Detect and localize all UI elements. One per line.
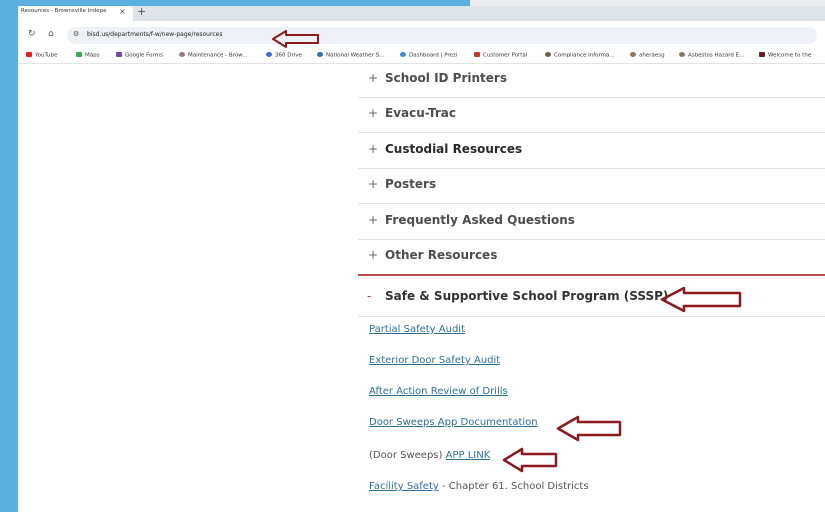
bookmark-item[interactable]: National Weather S... [317, 52, 384, 59]
bookmark-item[interactable]: Maintenance - Brow... [179, 52, 247, 59]
accordion-title[interactable]: Custodial Resources [385, 142, 522, 156]
after-action-review-link[interactable]: After Action Review of Drills [369, 386, 508, 397]
bookmark-item[interactable]: Maps [76, 52, 99, 59]
bookmark-label: Compliance Informa... [554, 52, 615, 59]
door-sweeps-prefix: (Door Sweeps) [369, 450, 443, 461]
bookmark-item[interactable]: Customer Portal [474, 52, 527, 59]
drive-icon [266, 52, 272, 57]
accordion-title[interactable]: School ID Printers [385, 71, 507, 85]
home-icon[interactable]: ⌂ [48, 29, 54, 39]
bookmark-label: aheraesg [639, 52, 665, 59]
address-bar[interactable]: ⚙ bisd.us/departments/f-w/new-page/resou… [67, 27, 817, 44]
bookmark-item[interactable]: Asbestos Hazard E... [679, 52, 744, 59]
bookmark-item[interactable]: Compliance Informa... [545, 52, 615, 59]
portal-icon [474, 52, 480, 57]
resources-accordion: + School ID Printers + Evacu-Trac + Cust… [358, 62, 825, 512]
bookmark-item[interactable]: Welcome to the [759, 52, 811, 59]
close-tab-icon[interactable]: × [119, 7, 126, 16]
accordion-title[interactable]: Posters [385, 177, 436, 191]
globe-icon [545, 52, 551, 57]
bookmark-label: Asbestos Hazard E... [688, 52, 745, 59]
accordion-item-posters[interactable]: + Posters [358, 168, 825, 204]
annotation-arrow-app-link [502, 447, 558, 473]
accordion-item-faq[interactable]: + Frequently Asked Questions [358, 204, 825, 240]
bookmark-site-icon [759, 52, 765, 57]
bookmark-item[interactable]: 360 Drive [266, 52, 302, 59]
expand-icon[interactable]: + [368, 177, 378, 191]
expand-icon[interactable]: + [368, 213, 378, 227]
bookmark-label: Maintenance - Brow... [188, 52, 248, 59]
bookmark-label: Maps [85, 52, 100, 59]
bookmark-label: Google Forms [125, 52, 163, 59]
annotation-arrow-sssp [660, 286, 742, 313]
bookmark-label: Welcome to the [768, 52, 812, 59]
reload-icon[interactable]: ↻ [28, 29, 36, 39]
accordion-item-school-id-printers[interactable]: + School ID Printers [358, 62, 825, 98]
link-row: After Action Review of Drills [369, 386, 508, 397]
annotation-arrow-url [272, 30, 319, 48]
bookmark-label: YouTube [35, 52, 58, 59]
browser-toolbar: ↻ ⌂ ⚙ bisd.us/departments/f-w/new-page/r… [18, 21, 825, 49]
globe-icon [679, 52, 685, 57]
link-row: (Door Sweeps) APP LINK [369, 450, 490, 461]
door-sweeps-documentation-link[interactable]: Door Sweeps App Documentation [369, 417, 538, 428]
globe-icon [179, 52, 185, 57]
facility-safety-link[interactable]: Facility Safety [369, 481, 439, 492]
browser-tab[interactable]: Resources - Brownsville Indepe × [18, 6, 133, 21]
prezi-icon [400, 52, 406, 57]
link-row: Exterior Door Safety Audit [369, 355, 500, 366]
bookmark-item[interactable]: aheraesg [630, 52, 665, 59]
globe-icon [630, 52, 636, 57]
link-row: Door Sweeps App Documentation [369, 417, 538, 428]
accordion-title[interactable]: Frequently Asked Questions [385, 213, 575, 227]
annotation-arrow-door-sweeps-doc [556, 415, 622, 442]
weather-icon [317, 52, 323, 57]
tab-title: Resources - Brownsville Indepe [21, 8, 107, 14]
youtube-icon [26, 52, 32, 57]
forms-icon [116, 52, 122, 57]
link-row: Partial Safety Audit [369, 324, 465, 335]
exterior-door-audit-link[interactable]: Exterior Door Safety Audit [369, 355, 500, 366]
facility-safety-suffix: - Chapter 61. School Districts [442, 481, 589, 492]
tab-strip: Resources - Brownsville Indepe × + [18, 6, 825, 21]
bookmark-label: 360 Drive [275, 52, 302, 59]
expand-icon[interactable]: + [368, 248, 378, 262]
collapse-icon[interactable]: - [367, 289, 371, 303]
bookmark-label: Customer Portal [483, 52, 528, 59]
app-link[interactable]: APP LINK [446, 450, 491, 461]
expand-icon[interactable]: + [368, 106, 378, 120]
accordion-title[interactable]: Safe & Supportive School Program (SSSP) [385, 289, 668, 303]
expand-icon[interactable]: + [368, 71, 378, 85]
accordion-item-other-resources[interactable]: + Other Resources [358, 239, 825, 275]
bookmark-label: Dashboard | Prezi [409, 52, 458, 59]
bookmark-item[interactable]: Dashboard | Prezi [400, 52, 457, 59]
new-tab-button[interactable]: + [137, 6, 146, 18]
bookmark-item[interactable]: YouTube [26, 52, 57, 59]
site-info-icon[interactable]: ⚙ [73, 30, 79, 38]
bookmark-item[interactable]: Google Forms [116, 52, 163, 59]
expand-icon[interactable]: + [368, 142, 378, 156]
accordion-item-sssp[interactable]: - Safe & Supportive School Program (SSSP… [358, 274, 825, 317]
browser-window: Resources - Brownsville Indepe × + ↻ ⌂ ⚙… [18, 6, 825, 512]
accordion-item-custodial-resources[interactable]: + Custodial Resources [358, 133, 825, 169]
accordion-title[interactable]: Other Resources [385, 248, 497, 262]
partial-safety-audit-link[interactable]: Partial Safety Audit [369, 324, 465, 335]
accordion-item-evacu-trac[interactable]: + Evacu-Trac [358, 97, 825, 133]
url-text[interactable]: bisd.us/departments/f-w/new-page/resourc… [87, 31, 222, 38]
bookmark-label: National Weather S... [326, 52, 385, 59]
maps-icon [76, 52, 82, 57]
accordion-title[interactable]: Evacu-Trac [385, 106, 456, 120]
link-row: Facility Safety - Chapter 61. School Dis… [369, 481, 589, 492]
